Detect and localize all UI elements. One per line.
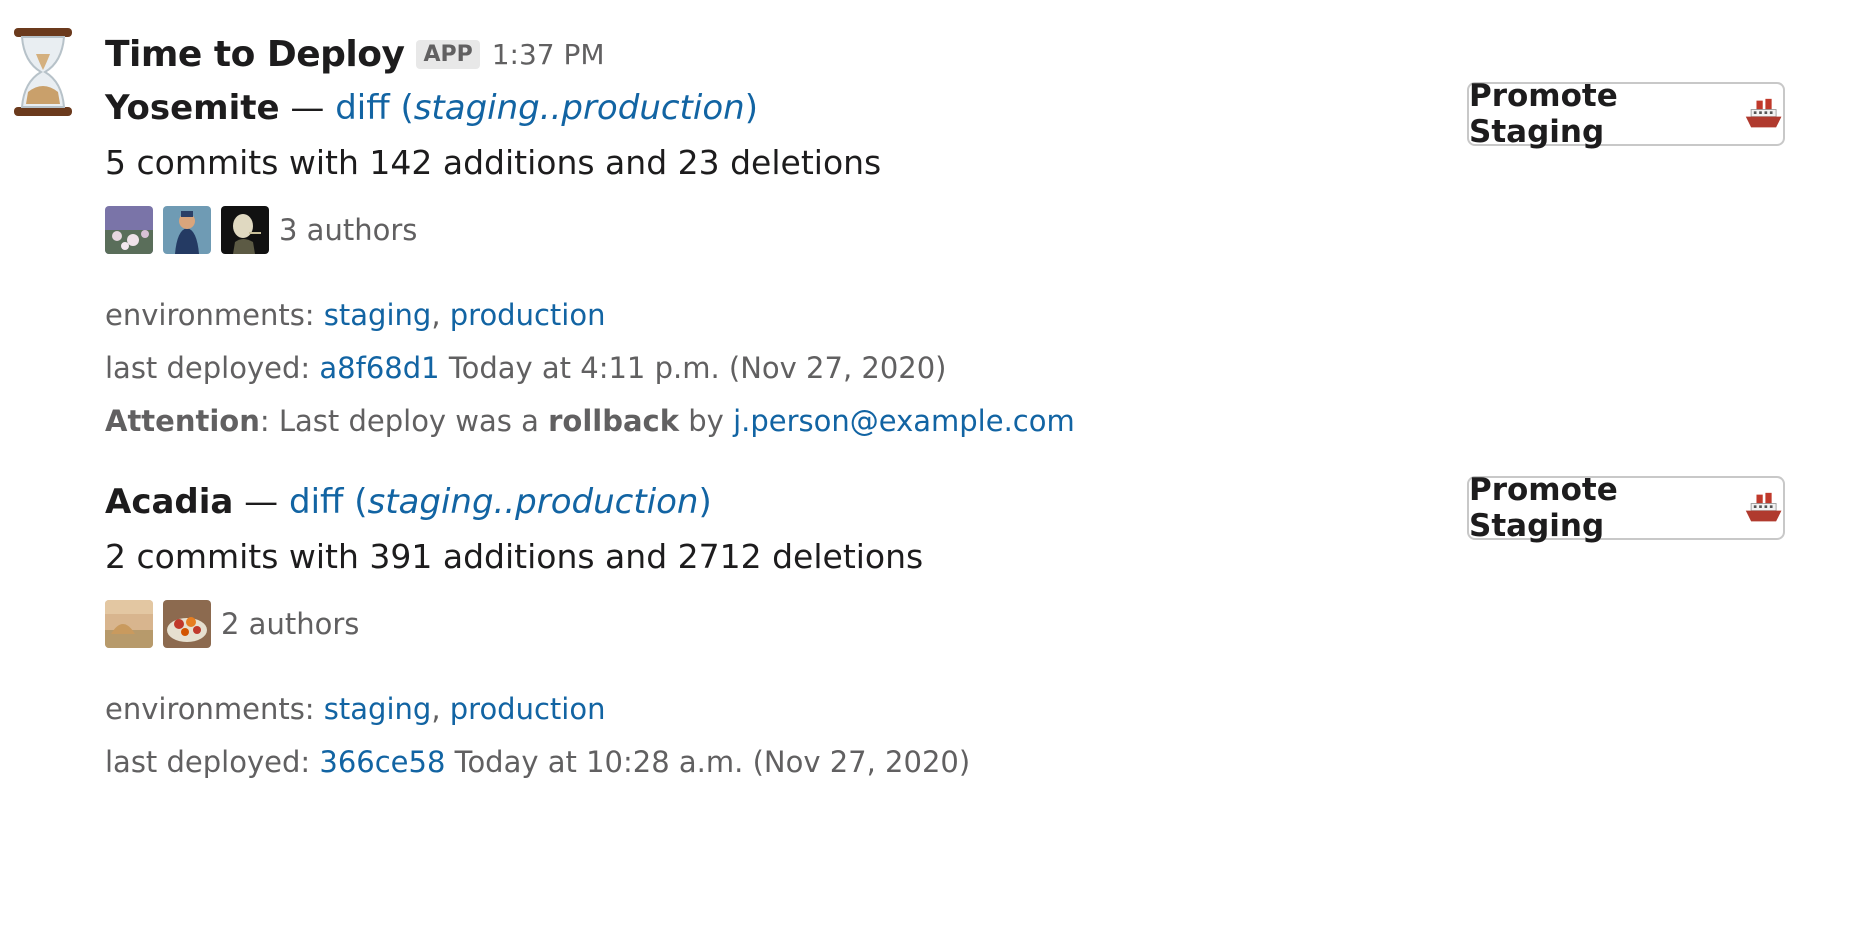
- app-badge: APP: [416, 40, 480, 69]
- ship-icon: [1745, 98, 1782, 128]
- project-name: Yosemite: [105, 88, 280, 128]
- separator: —: [244, 482, 279, 522]
- last-deployed-time: Today at 4:11 p.m. (Nov 27, 2020): [448, 351, 947, 385]
- message-timestamp[interactable]: 1:37 PM: [492, 38, 605, 71]
- author-avatar[interactable]: [163, 206, 211, 254]
- environment-link-staging[interactable]: staging: [324, 298, 432, 332]
- environments-row: environments: staging, production: [105, 692, 606, 726]
- commit-summary: 2 commits with 391 additions and 2712 de…: [105, 537, 924, 576]
- authors-row: 2 authors: [105, 600, 359, 648]
- author-avatar[interactable]: [221, 206, 269, 254]
- attention-row: Attention: Last deploy was a rollback by…: [105, 404, 1075, 438]
- environments-label: environments:: [105, 692, 315, 726]
- message-header: Time to Deploy APP 1:37 PM: [105, 34, 605, 75]
- author-avatar[interactable]: [163, 600, 211, 648]
- last-deployed-time: Today at 10:28 a.m. (Nov 27, 2020): [454, 745, 971, 779]
- author-avatar[interactable]: [105, 600, 153, 648]
- attention-by: by: [688, 404, 724, 438]
- project-title: Yosemite — diff (staging..production): [105, 88, 758, 128]
- commit-summary: 5 commits with 142 additions and 23 dele…: [105, 143, 882, 182]
- environment-link-production[interactable]: production: [450, 298, 606, 332]
- separator: —: [290, 88, 325, 128]
- user-email-link[interactable]: j.person@example.com: [733, 404, 1075, 438]
- promote-staging-button[interactable]: Promote Staging: [1467, 472, 1785, 544]
- button-label: Promote Staging: [1469, 472, 1618, 544]
- project-title: Acadia — diff (staging..production): [105, 482, 712, 522]
- author-avatar[interactable]: [105, 206, 153, 254]
- authors-row: 3 authors: [105, 206, 417, 254]
- environments-row: environments: staging, production: [105, 298, 606, 332]
- last-deployed-row: last deployed: 366ce58 Today at 10:28 a.…: [105, 745, 970, 779]
- project-name: Acadia: [105, 482, 234, 522]
- environment-link-production[interactable]: production: [450, 692, 606, 726]
- commit-sha-link[interactable]: a8f68d1: [319, 351, 439, 385]
- environment-link-staging[interactable]: staging: [324, 692, 432, 726]
- last-deployed-label: last deployed:: [105, 745, 311, 779]
- ship-icon: [1745, 492, 1782, 522]
- button-label: Promote Staging: [1469, 78, 1618, 150]
- attention-text: : Last deploy was a: [259, 404, 539, 438]
- diff-link[interactable]: diff (staging..production): [289, 482, 712, 522]
- rollback-label: rollback: [548, 404, 680, 438]
- attention-label: Attention: [105, 404, 260, 438]
- authors-count: 3 authors: [279, 213, 418, 247]
- commit-sha-link[interactable]: 366ce58: [319, 745, 445, 779]
- environments-label: environments:: [105, 298, 315, 332]
- authors-count: 2 authors: [221, 607, 360, 641]
- last-deployed-row: last deployed: a8f68d1 Today at 4:11 p.m…: [105, 351, 947, 385]
- last-deployed-label: last deployed:: [105, 351, 311, 385]
- promote-staging-button[interactable]: Promote Staging: [1467, 78, 1785, 150]
- diff-link[interactable]: diff (staging..production): [335, 88, 758, 128]
- hourglass-icon: [14, 28, 72, 116]
- app-name[interactable]: Time to Deploy: [105, 34, 405, 75]
